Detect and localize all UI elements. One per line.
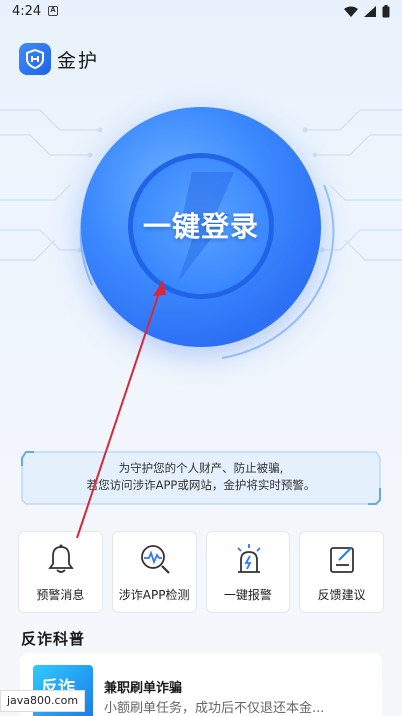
action-feedback[interactable]: 反馈建议: [299, 531, 384, 613]
wifi-icon: [344, 6, 358, 17]
action-label: 涉诈APP检测: [118, 588, 190, 602]
action-alert-messages[interactable]: 预警消息: [18, 531, 103, 613]
shield-logo-icon: [26, 48, 44, 70]
action-label: 一键报警: [223, 588, 272, 602]
notification-a-icon: A: [48, 6, 58, 16]
action-app-scan[interactable]: 涉诈APP检测: [111, 531, 197, 613]
status-time: 4:24: [12, 4, 42, 19]
article-description: 小额刷单任务，成功后不仅退还本金...: [104, 701, 325, 716]
quick-actions: 预警消息 涉诈APP检测 一键报警 反馈建议: [18, 531, 384, 613]
bell-icon: [48, 544, 74, 573]
notice-line-1: 为守护您的个人财产、防止被骗,: [118, 461, 284, 475]
notice-line-2: 若您访问涉诈APP或网站，金护将实时预警。: [86, 478, 316, 492]
feedback-icon: [330, 547, 355, 573]
watermark: java800.com: [0, 690, 86, 712]
alarm-icon: [236, 544, 261, 573]
article-title: 兼职刷单诈骗: [104, 681, 183, 696]
notice-text: 为守护您的个人财产、防止被骗, 若您访问涉诈APP或网站，金护将实时预警。: [20, 460, 382, 494]
action-one-click-report[interactable]: 一键报警: [205, 531, 291, 613]
battery-icon: [382, 5, 390, 18]
app-scan-icon: [140, 545, 170, 574]
section-title: 反诈科普: [21, 630, 86, 648]
action-label: 预警消息: [36, 588, 85, 602]
notice-panel: 为守护您的个人财产、防止被骗, 若您访问涉诈APP或网站，金护将实时预警。: [20, 448, 382, 506]
status-bar: 4:24 A: [0, 0, 402, 24]
signal-icon: [364, 6, 376, 17]
app-title: 金护: [57, 50, 100, 72]
login-button-label[interactable]: 一键登录: [81, 205, 321, 245]
status-icons: [344, 5, 390, 18]
action-label: 反馈建议: [317, 588, 366, 602]
app-logo: [19, 43, 51, 75]
